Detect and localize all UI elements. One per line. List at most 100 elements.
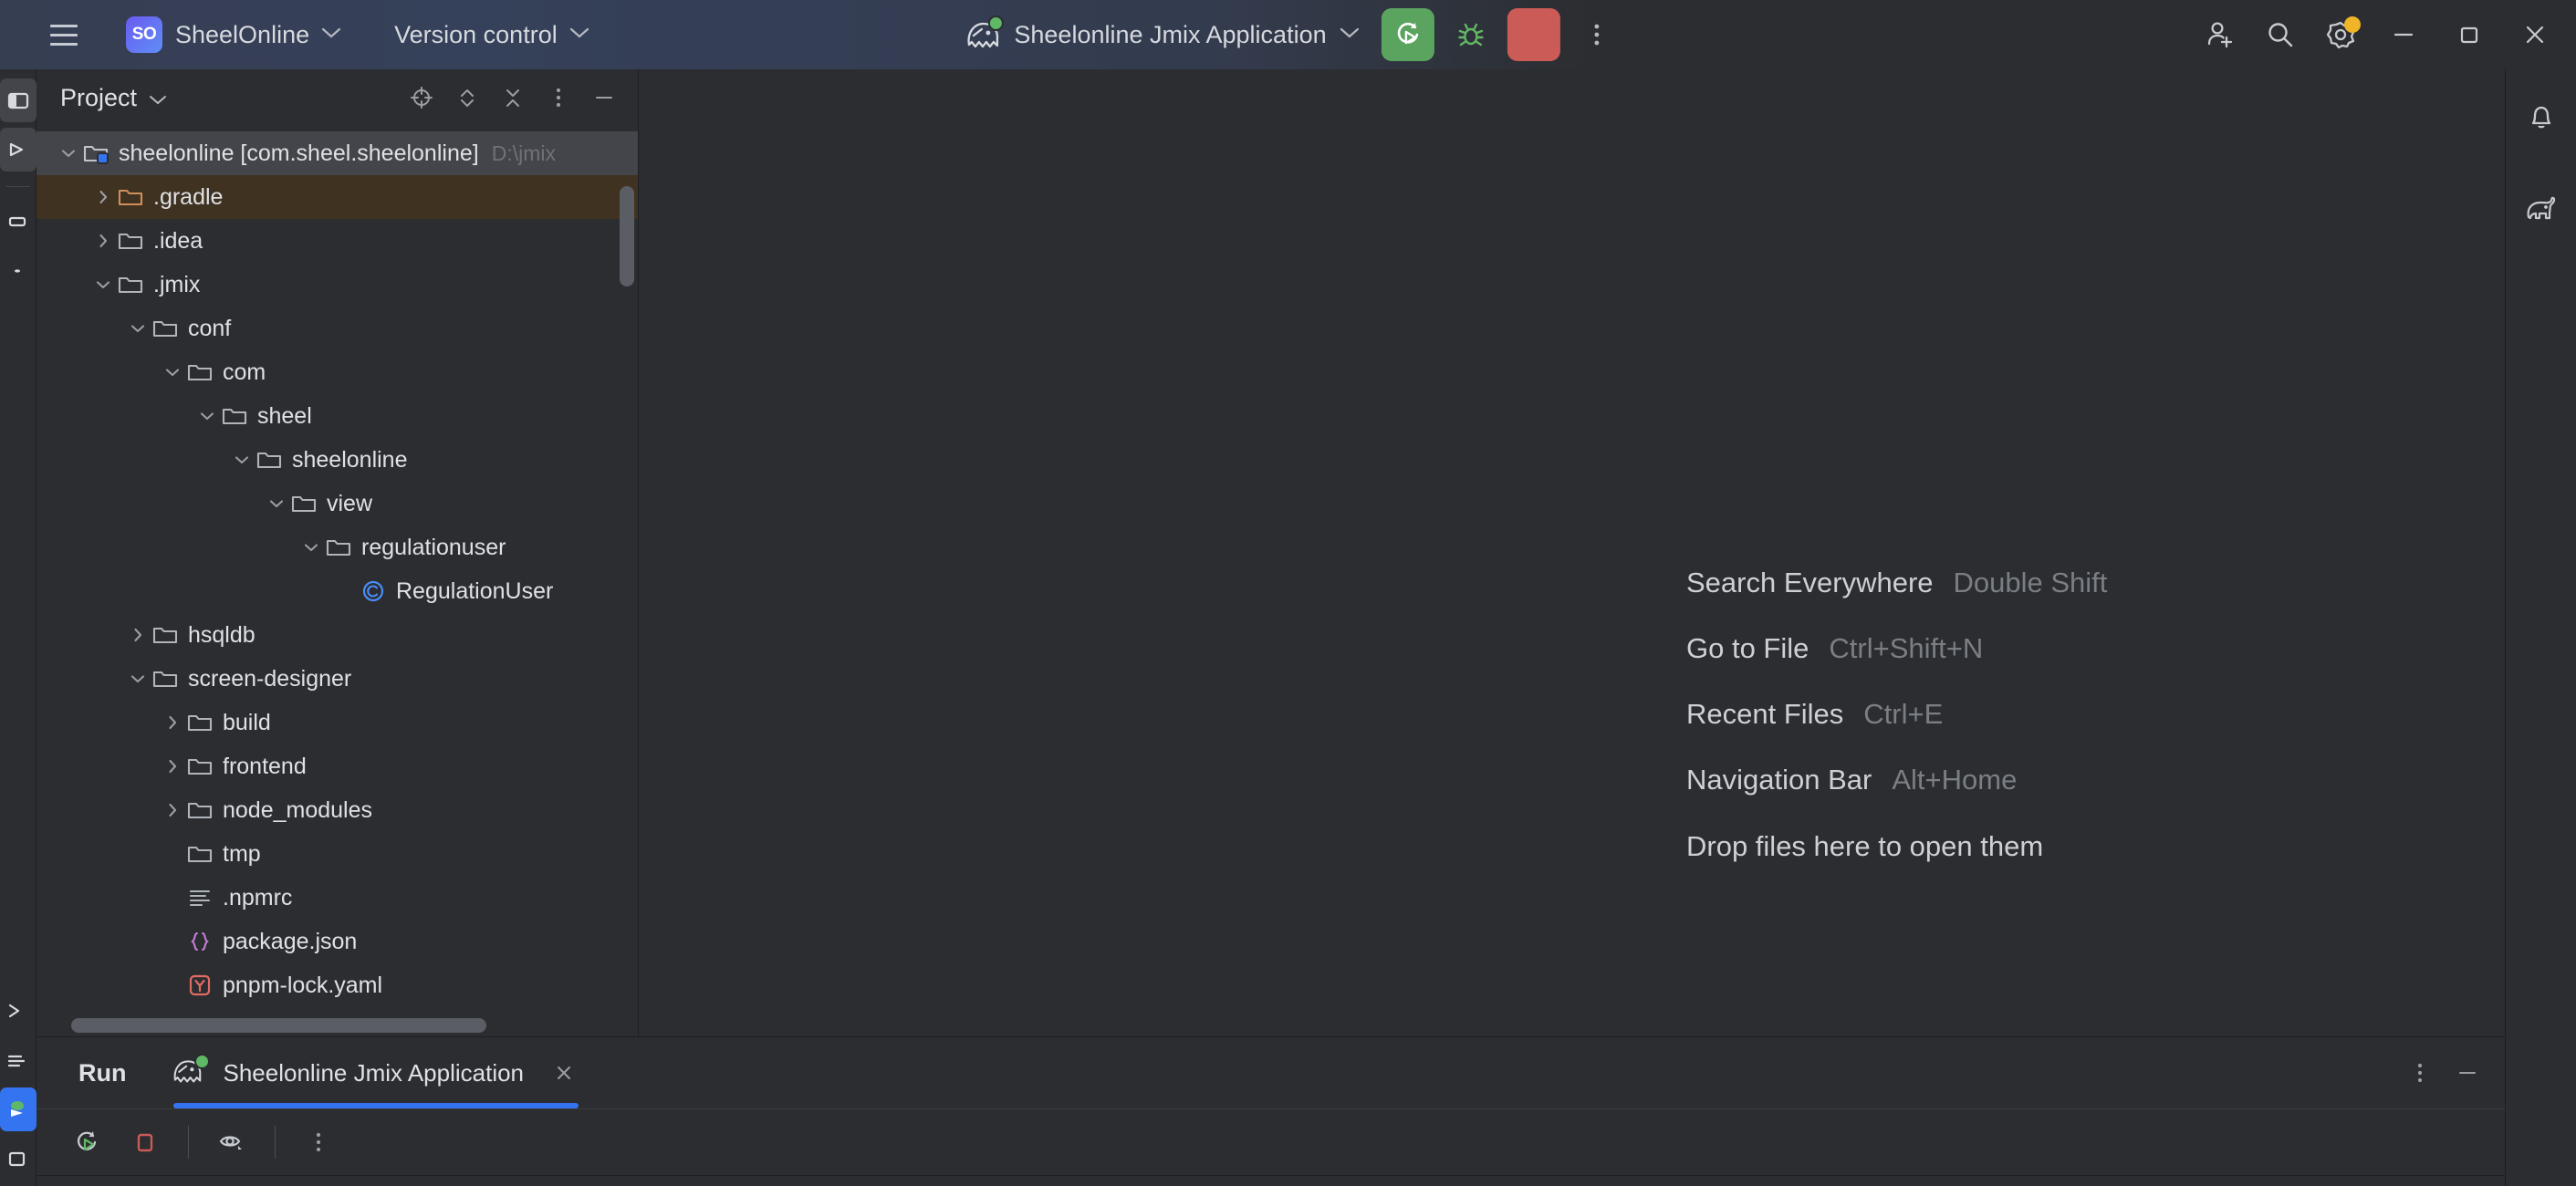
chevron-down-icon[interactable] xyxy=(57,144,80,162)
run-status-dot xyxy=(194,1054,211,1069)
options-menu-icon[interactable] xyxy=(537,77,579,119)
chevron-right-icon[interactable] xyxy=(161,713,184,732)
notifications-bell-icon[interactable] xyxy=(2515,91,2568,144)
more-vertical-icon[interactable] xyxy=(1571,9,1622,60)
stop-icon[interactable] xyxy=(120,1118,170,1167)
chevron-right-icon[interactable] xyxy=(161,757,184,775)
tree-row[interactable]: RegulationUser xyxy=(37,569,638,613)
tree-row[interactable]: sheelonline [com.sheel.sheelonline] D:\jm… xyxy=(37,131,638,175)
hide-icon[interactable] xyxy=(583,77,625,119)
chevron-right-icon[interactable] xyxy=(161,801,184,819)
tree-row[interactable]: .jmix xyxy=(37,263,638,307)
version-control-label: Version control xyxy=(394,20,558,48)
run-configuration-selector[interactable]: Sheelonline Jmix Application xyxy=(954,13,1370,57)
version-control-selector[interactable]: Version control xyxy=(387,16,597,55)
tree-row[interactable]: sheel xyxy=(37,394,638,438)
excluded-folder-icon xyxy=(115,185,146,209)
search-icon[interactable] xyxy=(2255,9,2306,60)
gear-icon[interactable] xyxy=(2315,9,2366,60)
chevron-down-icon[interactable] xyxy=(126,670,150,688)
chevron-down-icon[interactable] xyxy=(91,276,115,294)
hide-icon[interactable] xyxy=(2446,1052,2488,1094)
folder-icon xyxy=(115,273,146,296)
stripe-divider xyxy=(5,186,30,187)
tree-row-label: hsqldb xyxy=(188,621,256,648)
stripe-problems-icon[interactable] xyxy=(0,1137,37,1181)
rerun-icon[interactable] xyxy=(62,1118,111,1167)
tree-row[interactable]: .idea xyxy=(37,219,638,263)
folder-icon xyxy=(184,798,215,822)
stripe-run-icon[interactable] xyxy=(0,1087,37,1131)
chevron-down-icon xyxy=(149,84,167,112)
run-tab[interactable]: Sheelonline Jmix Application xyxy=(166,1037,586,1108)
hamburger-icon[interactable] xyxy=(38,9,89,60)
tree-row[interactable]: com xyxy=(37,350,638,394)
toolbar-divider xyxy=(188,1126,189,1159)
stripe-structure-icon[interactable] xyxy=(0,200,37,244)
project-panel-header: Project xyxy=(37,69,638,126)
stripe-project-icon[interactable] xyxy=(0,78,37,122)
expand-collapse-icon[interactable] xyxy=(446,77,488,119)
minimize-button[interactable] xyxy=(2375,9,2432,60)
print-filter-eye-icon[interactable] xyxy=(207,1118,256,1167)
editor-hint[interactable]: Go to File Ctrl+Shift+N xyxy=(1686,616,2107,681)
run-button[interactable] xyxy=(1381,8,1434,61)
tree-row[interactable]: hsqldb xyxy=(37,613,638,657)
tree-vertical-scrollbar[interactable] xyxy=(620,186,634,286)
editor-hint[interactable]: Search Everywhere Double Shift xyxy=(1686,550,2107,616)
tree-row[interactable]: .npmrc xyxy=(37,876,638,920)
tree-row[interactable]: .gradle xyxy=(37,175,638,219)
tree-row[interactable]: package.json xyxy=(37,920,638,963)
editor-hint[interactable]: Recent Files Ctrl+E xyxy=(1686,681,2107,747)
tree-row[interactable]: build xyxy=(37,701,638,744)
tree-row[interactable]: tmp xyxy=(37,832,638,876)
close-icon[interactable] xyxy=(548,1056,580,1089)
tree-row[interactable]: frontend xyxy=(37,744,638,788)
tree-row[interactable]: view xyxy=(37,482,638,525)
tree-row-label: sheel xyxy=(257,402,312,429)
chevron-down-icon[interactable] xyxy=(195,407,219,425)
folder-icon xyxy=(184,754,215,778)
stop-button[interactable] xyxy=(1507,8,1560,61)
stripe-bookmarks-icon[interactable] xyxy=(0,249,37,293)
close-button[interactable] xyxy=(2507,9,2563,60)
project-selector[interactable]: SO SheelOnline xyxy=(89,11,349,58)
drop-files-hint: Drop files here to open them xyxy=(1686,814,2107,879)
run-window-toolbar xyxy=(37,1108,2505,1175)
chevron-right-icon[interactable] xyxy=(91,232,115,250)
stripe-commit-icon[interactable] xyxy=(0,128,37,172)
chevron-down-icon[interactable] xyxy=(161,363,184,381)
more-vertical-icon[interactable] xyxy=(294,1118,343,1167)
chevron-down-icon[interactable] xyxy=(299,538,323,557)
tree-row[interactable]: screen-designer xyxy=(37,657,638,701)
tree-row[interactable]: pnpm-lock.yaml xyxy=(37,963,638,1007)
chevron-right-icon[interactable] xyxy=(126,626,150,644)
tree-row-label: node_modules xyxy=(223,796,373,823)
run-tab-label: Sheelonline Jmix Application xyxy=(223,1058,525,1087)
tree-row[interactable]: regulationuser xyxy=(37,525,638,569)
collapse-all-icon[interactable] xyxy=(492,77,534,119)
project-tree[interactable]: sheelonline [com.sheel.sheelonline] D:\jm… xyxy=(37,126,638,1036)
project-panel-title[interactable]: Project xyxy=(60,84,167,112)
stripe-terminal-icon[interactable] xyxy=(0,989,37,1033)
chevron-down-icon[interactable] xyxy=(230,451,254,469)
editor-hint[interactable]: Navigation Bar Alt+Home xyxy=(1686,747,2107,813)
tree-row[interactable]: sheelonline xyxy=(37,438,638,482)
tree-row[interactable]: node_modules xyxy=(37,788,638,832)
tree-horizontal-scrollbar[interactable] xyxy=(71,1018,638,1033)
chevron-down-icon[interactable] xyxy=(265,494,288,513)
debug-button[interactable] xyxy=(1445,9,1497,60)
options-menu-icon[interactable] xyxy=(2399,1052,2441,1094)
gradle-elephant-icon[interactable] xyxy=(2515,182,2568,235)
locate-icon[interactable] xyxy=(401,77,443,119)
editor-hint-shortcut: Ctrl+E xyxy=(1863,698,1944,730)
tree-row[interactable]: conf xyxy=(37,307,638,350)
maximize-button[interactable] xyxy=(2441,9,2498,60)
tree-row-label: .gradle xyxy=(153,183,224,210)
tree-row-label: conf xyxy=(188,315,232,341)
chevron-down-icon[interactable] xyxy=(126,319,150,338)
stripe-services-icon[interactable] xyxy=(0,1038,37,1082)
folder-icon xyxy=(184,711,215,734)
chevron-right-icon[interactable] xyxy=(91,188,115,206)
add-account-icon[interactable] xyxy=(2195,9,2246,60)
